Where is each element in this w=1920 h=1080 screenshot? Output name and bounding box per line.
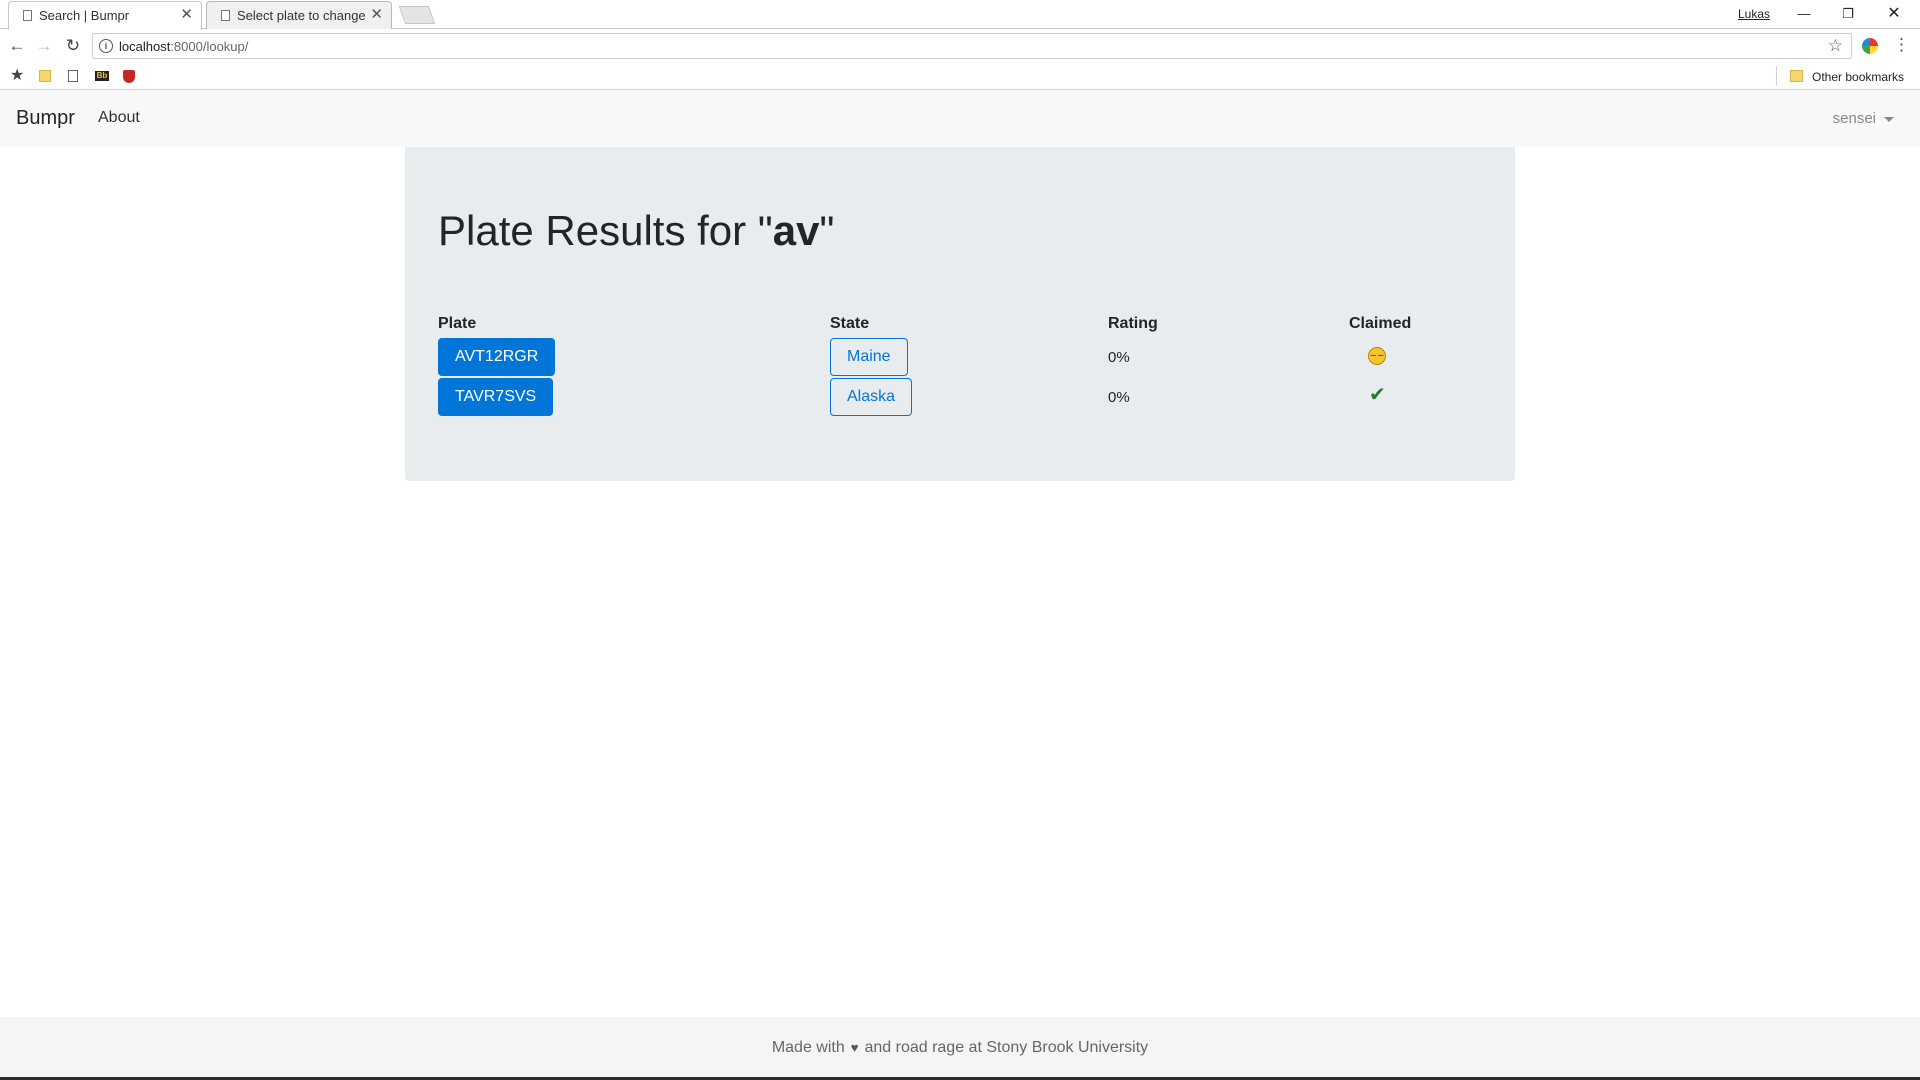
bookmarks-divider (1776, 66, 1777, 86)
url-text[interactable]: localhost:8000/lookup/ (119, 39, 248, 54)
search-query: av (772, 207, 820, 254)
bookmarks-star-icon[interactable]: ★ (10, 68, 24, 84)
column-header-state: State (830, 315, 870, 332)
caret-down-icon (1884, 116, 1894, 122)
address-bar[interactable]: i localhost:8000/lookup/ ☆ (92, 33, 1852, 59)
close-window-icon[interactable]: ✕ (1878, 0, 1910, 28)
footer-text: Made with ♥ and road rage at Stony Brook U… (0, 1039, 1920, 1057)
tab-close-icon[interactable]: ✕ (370, 6, 383, 24)
bookmarks-bar: ★ Bb Other bookmarks (0, 63, 1920, 90)
minimize-icon[interactable]: — (1788, 0, 1820, 28)
brand-link[interactable]: Bumpr (16, 107, 75, 130)
column-header-rating: Rating (1108, 315, 1158, 332)
browser-tab-search[interactable]: Search | Bumpr ✕ (8, 1, 202, 30)
browser-tab-admin[interactable]: Select plate to change | D ✕ (206, 1, 392, 29)
site-navbar: Bumpr About sensei (0, 90, 1920, 147)
forward-arrow-icon[interactable]: → (33, 35, 55, 57)
color-extension-icon[interactable] (1862, 38, 1878, 54)
rating-value: 0% (1108, 389, 1130, 406)
page-icon[interactable] (68, 70, 78, 82)
new-tab-button[interactable] (398, 6, 436, 24)
title-prefix: Plate Results for " (438, 207, 773, 254)
restore-icon[interactable]: ❐ (1832, 0, 1864, 28)
footer-text-before: Made with (771, 1039, 845, 1056)
tab-title: Select plate to change | D (237, 8, 365, 23)
title-suffix: " (819, 207, 835, 254)
column-header-claimed: Claimed (1349, 315, 1412, 332)
table-row: AVT12RGR Maine 0% − − (405, 338, 1515, 376)
reload-icon[interactable]: ↻ (62, 35, 84, 57)
bb-bookmark-icon[interactable]: Bb (95, 71, 109, 81)
nav-about-link[interactable]: About (98, 109, 140, 127)
footer-text-after: and road rage at Stony Brook University (864, 1039, 1149, 1056)
back-arrow-icon[interactable]: ← (6, 35, 28, 57)
rating-value: 0% (1108, 349, 1130, 366)
other-bookmarks-folder-icon[interactable] (1790, 70, 1803, 82)
shield-icon[interactable] (123, 70, 135, 83)
state-button[interactable]: Maine (830, 338, 908, 376)
url-path: :8000/lookup/ (170, 39, 249, 54)
plate-button[interactable]: AVT12RGR (438, 338, 556, 376)
column-header-plate: Plate (438, 315, 477, 332)
browser-menu-icon[interactable]: ⋮ (1893, 34, 1910, 56)
state-button[interactable]: Alaska (830, 378, 913, 416)
unamused-face-icon: − − (1368, 347, 1386, 365)
document-icon (23, 10, 32, 21)
bookmark-star-icon[interactable]: ☆ (1828, 36, 1843, 56)
browser-tab-strip: Search | Bumpr ✕ Select plate to change … (0, 0, 1920, 30)
checkmark-icon: ✔ (1369, 384, 1386, 406)
tab-title: Search | Bumpr (39, 8, 130, 23)
heart-icon: ♥ (850, 1040, 859, 1055)
other-bookmarks-label[interactable]: Other bookmarks (1812, 69, 1904, 85)
user-dropdown[interactable]: sensei (1833, 110, 1894, 127)
page-title: Plate Results for "av" (438, 207, 834, 255)
table-row: TAVR7SVS Alaska 0% ✔ (405, 378, 1515, 416)
info-icon[interactable]: i (99, 39, 113, 53)
browser-toolbar: ← → ↻ i localhost:8000/lookup/ ☆ ⋮ (0, 29, 1920, 63)
folder-icon[interactable] (39, 70, 51, 82)
plate-button[interactable]: TAVR7SVS (438, 378, 554, 416)
tab-close-icon[interactable]: ✕ (180, 6, 193, 24)
results-panel: Plate Results for "av" Plate State Ratin… (405, 147, 1515, 481)
site-footer: Made with ♥ and road rage at Stony Brook U… (0, 1017, 1920, 1077)
window-profile-name[interactable]: Lukas (1732, 0, 1776, 28)
url-host: localhost (119, 39, 171, 54)
user-name: sensei (1832, 110, 1876, 127)
document-icon (221, 10, 230, 21)
